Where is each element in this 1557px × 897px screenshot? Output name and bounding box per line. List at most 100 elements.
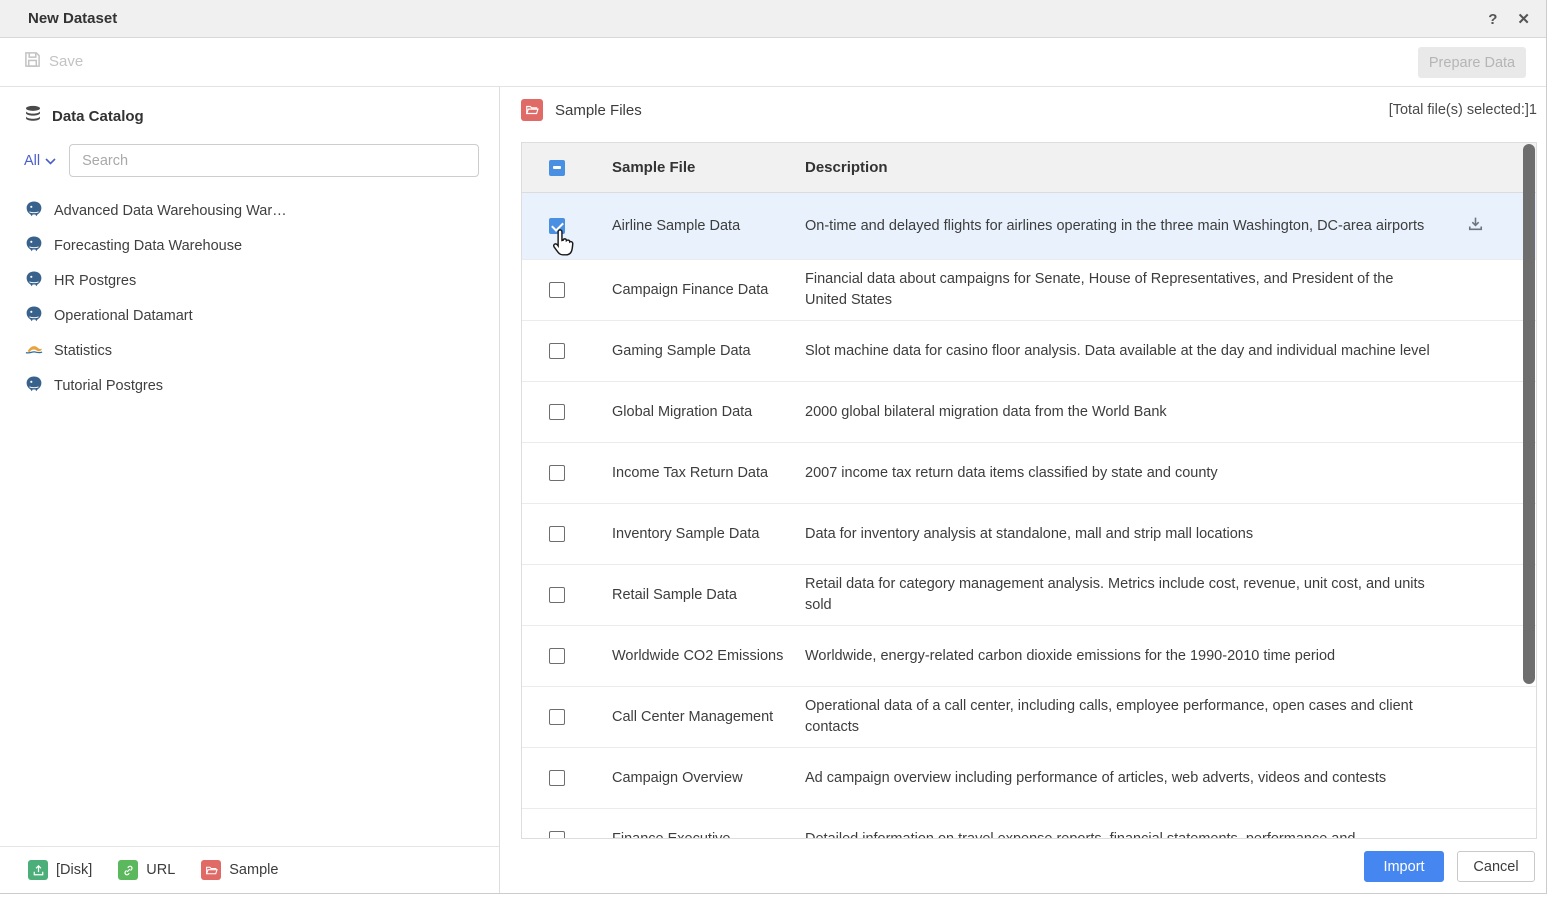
sample-file-description: On-time and delayed flights for airlines… <box>805 207 1435 246</box>
upload-tray-icon <box>28 860 48 880</box>
sample-file-name: Finance Executive <box>612 831 805 839</box>
legend-disk-label: [Disk] <box>56 862 92 878</box>
table-row-worldwide-co2-emissions[interactable]: Worldwide CO2 Emissions Worldwide, energ… <box>522 625 1536 686</box>
prepare-data-button[interactable]: Prepare Data <box>1418 47 1526 78</box>
table-body: Airline Sample Data On-time and delayed … <box>522 193 1536 839</box>
postgres-elephant-icon <box>25 200 43 222</box>
database-stack-icon <box>24 105 42 127</box>
table-row-campaign-finance-data[interactable]: Campaign Finance Data Financial data abo… <box>522 259 1536 320</box>
sample-file-description: Operational data of a call center, inclu… <box>805 687 1435 747</box>
titlebar-actions: ? ✕ <box>1488 0 1530 38</box>
select-all-checkbox[interactable] <box>549 160 565 176</box>
table-scrollbar-thumb[interactable] <box>1523 144 1535 684</box>
sample-files-header: Sample Files [Total file(s) selected:]1 <box>521 87 1537 142</box>
row-checkbox[interactable] <box>549 282 565 298</box>
sample-file-name: Global Migration Data <box>612 404 805 420</box>
close-icon[interactable]: ✕ <box>1517 12 1530 27</box>
catalog-item-tutorial-postgres[interactable]: Tutorial Postgres <box>0 368 499 403</box>
catalog-item-hr-postgres[interactable]: HR Postgres <box>0 263 499 298</box>
search-input[interactable] <box>69 144 479 177</box>
sample-file-description: Ad campaign overview including performan… <box>805 759 1435 798</box>
save-button[interactable]: Save <box>24 51 83 72</box>
sample-file-description: Detailed information on travel expense r… <box>805 820 1435 840</box>
sample-file-name: Income Tax Return Data <box>612 465 805 481</box>
catalog-item-label: Operational Datamart <box>54 308 193 324</box>
row-checkbox[interactable] <box>549 770 565 786</box>
mysql-dolphin-icon <box>25 343 43 359</box>
open-folder-icon <box>521 99 543 121</box>
postgres-elephant-icon <box>25 270 43 292</box>
legend-url[interactable]: URL <box>118 860 175 880</box>
row-checkbox[interactable] <box>549 831 565 839</box>
table-row-finance-executive[interactable]: Finance Executive Detailed information o… <box>522 808 1536 839</box>
sample-file-name: Gaming Sample Data <box>612 343 805 359</box>
row-checkbox[interactable] <box>549 218 565 234</box>
postgres-elephant-icon <box>25 305 43 327</box>
table-row-retail-sample-data[interactable]: Retail Sample Data Retail data for categ… <box>522 564 1536 625</box>
legend-disk[interactable]: [Disk] <box>28 860 92 880</box>
sample-file-description: Retail data for category management anal… <box>805 565 1435 625</box>
page: New Dataset ? ✕ Save Prepare Data <box>0 0 1557 897</box>
catalog-item-forecasting-data-warehouse[interactable]: Forecasting Data Warehouse <box>0 228 499 263</box>
sample-file-description: 2000 global bilateral migration data fro… <box>805 393 1435 432</box>
catalog-list: Advanced Data Warehousing War… Forecasti… <box>0 193 499 403</box>
select-all-cell <box>522 160 612 176</box>
catalog-item-label: Advanced Data Warehousing War… <box>54 203 287 219</box>
sample-file-description: 2007 income tax return data items classi… <box>805 454 1435 493</box>
cancel-button[interactable]: Cancel <box>1457 851 1535 882</box>
postgres-elephant-icon <box>25 235 43 257</box>
data-catalog-panel: Data Catalog All <box>0 87 500 893</box>
catalog-item-label: HR Postgres <box>54 273 136 289</box>
catalog-item-operational-datamart[interactable]: Operational Datamart <box>0 298 499 333</box>
postgres-elephant-icon <box>25 375 43 397</box>
row-checkbox[interactable] <box>549 709 565 725</box>
sample-file-description: Data for inventory analysis at standalon… <box>805 515 1435 554</box>
row-checkbox[interactable] <box>549 526 565 542</box>
link-icon <box>118 860 138 880</box>
table-row-income-tax-return-data[interactable]: Income Tax Return Data 2007 income tax r… <box>522 442 1536 503</box>
catalog-item-label: Statistics <box>54 343 112 359</box>
catalog-filter-dropdown[interactable]: All <box>24 153 56 169</box>
table-header-row: Sample File Description <box>522 143 1536 193</box>
sample-file-description: Financial data about campaigns for Senat… <box>805 260 1435 320</box>
row-checkbox[interactable] <box>549 404 565 420</box>
section-title-label: Sample Files <box>555 102 642 119</box>
new-dataset-dialog: New Dataset ? ✕ Save Prepare Data <box>0 0 1547 894</box>
row-checkbox[interactable] <box>549 465 565 481</box>
sample-file-description: Slot machine data for casino floor analy… <box>805 332 1435 371</box>
table-scrollbar-track <box>1522 144 1535 837</box>
catalog-filter-label: All <box>24 153 40 169</box>
row-checkbox[interactable] <box>549 587 565 603</box>
table-row-call-center-management[interactable]: Call Center Management Operational data … <box>522 686 1536 747</box>
sample-files-table: Sample File Description Airline Sample D… <box>521 142 1537 839</box>
table-row-airline-sample-data[interactable]: Airline Sample Data On-time and delayed … <box>522 193 1536 259</box>
open-folder-icon <box>201 860 221 880</box>
sample-file-name: Worldwide CO2 Emissions <box>612 648 805 664</box>
sample-file-name: Airline Sample Data <box>612 218 805 234</box>
row-checkbox[interactable] <box>549 343 565 359</box>
table-row-inventory-sample-data[interactable]: Inventory Sample Data Data for inventory… <box>522 503 1536 564</box>
help-icon[interactable]: ? <box>1488 12 1497 27</box>
legend-sample-label: Sample <box>229 862 278 878</box>
table-row-global-migration-data[interactable]: Global Migration Data 2000 global bilate… <box>522 381 1536 442</box>
row-checkbox[interactable] <box>549 648 565 664</box>
sample-files-panel: Sample Files [Total file(s) selected:]1 … <box>501 87 1546 893</box>
dialog-footer-actions: Import Cancel <box>1364 851 1535 882</box>
table-row-gaming-sample-data[interactable]: Gaming Sample Data Slot machine data for… <box>522 320 1536 381</box>
dialog-body: Data Catalog All <box>0 87 1546 893</box>
sample-file-name: Campaign Finance Data <box>612 282 805 298</box>
download-icon[interactable] <box>1467 216 1484 237</box>
catalog-item-label: Forecasting Data Warehouse <box>54 238 242 254</box>
dialog-toolbar: Save Prepare Data <box>0 38 1546 87</box>
table-row-campaign-overview[interactable]: Campaign Overview Ad campaign overview i… <box>522 747 1536 808</box>
data-catalog-header: Data Catalog <box>24 105 499 127</box>
source-legend: [Disk] URL <box>0 846 499 893</box>
catalog-item-advanced-data-warehousing[interactable]: Advanced Data Warehousing War… <box>0 193 499 228</box>
dialog-titlebar: New Dataset ? ✕ <box>0 0 1546 38</box>
catalog-item-statistics[interactable]: Statistics <box>0 333 499 368</box>
legend-sample[interactable]: Sample <box>201 860 278 880</box>
section-title: Sample Files <box>521 99 642 121</box>
total-selected-label: [Total file(s) selected:]1 <box>1389 102 1537 118</box>
import-button[interactable]: Import <box>1364 851 1444 882</box>
sample-file-name: Call Center Management <box>612 709 805 725</box>
